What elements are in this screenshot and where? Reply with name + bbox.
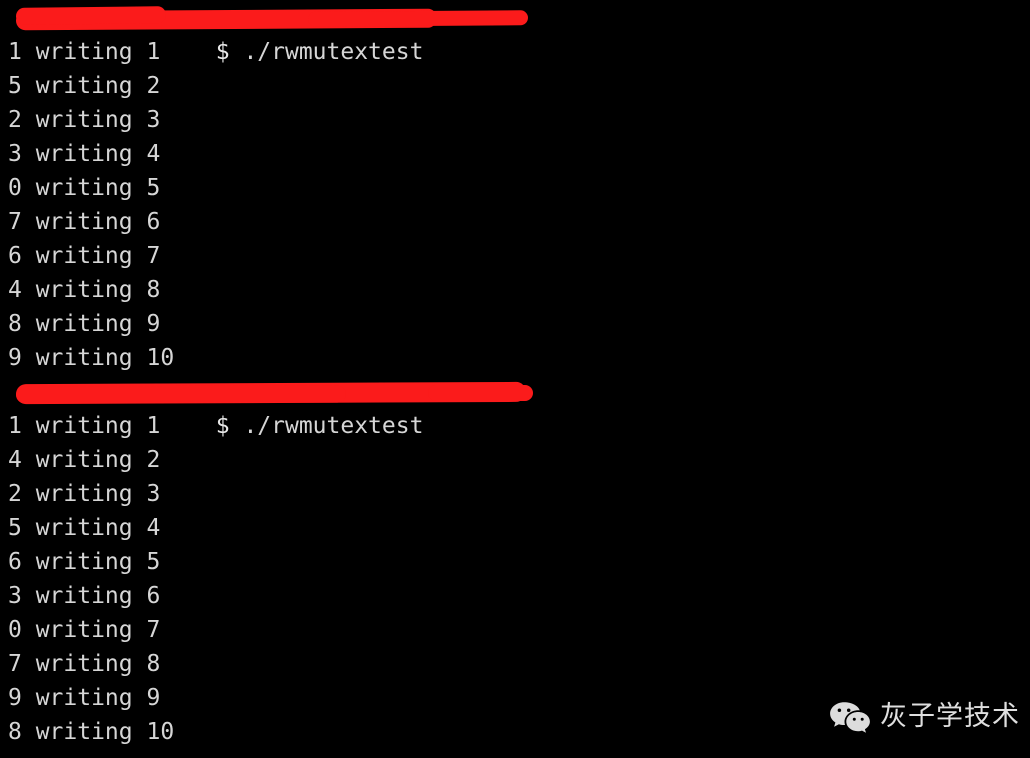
output-line: 2 writing 3 xyxy=(8,107,161,133)
output-line: 4 writing 2 xyxy=(8,447,161,473)
output-line: 4 writing 8 xyxy=(8,277,161,303)
partial-cutoff-line xyxy=(8,750,1008,758)
watermark: 灰子学技术 xyxy=(829,700,1020,734)
output-line: 0 writing 5 xyxy=(8,175,161,201)
redaction-stroke-icon xyxy=(428,385,533,401)
output-line: 6 writing 7 xyxy=(8,243,161,269)
redaction-stroke-icon xyxy=(15,381,527,405)
redaction-stroke-icon xyxy=(15,6,167,25)
wechat-icon xyxy=(829,700,871,734)
redaction-stroke-icon xyxy=(307,10,529,27)
output-line: 2 writing 3 xyxy=(8,481,161,507)
output-line: 8 writing 9 xyxy=(8,311,161,337)
terminal-screen[interactable]: $ ./rwmutextest 1 writing 1 5 writing 2 … xyxy=(0,0,1030,749)
output-line: 5 writing 4 xyxy=(8,515,161,541)
shell-prompt-line-2: $ ./rwmutextest xyxy=(8,375,1030,439)
output-line: 9 writing 10 xyxy=(8,345,175,371)
output-line: 3 writing 6 xyxy=(8,583,161,609)
redaction-stroke-icon xyxy=(15,8,437,31)
redaction-stroke-icon xyxy=(15,385,347,404)
output-line: 7 writing 6 xyxy=(8,209,161,235)
shell-prompt-line-1: $ ./rwmutextest xyxy=(8,1,1030,65)
output-line: 6 writing 5 xyxy=(8,549,161,575)
watermark-label: 灰子学技术 xyxy=(880,701,1020,732)
terminal-window: $ ./rwmutextest 1 writing 1 5 writing 2 … xyxy=(0,0,1030,758)
output-line: 3 writing 4 xyxy=(8,141,161,167)
output-line: 1 writing 1 xyxy=(8,413,161,439)
output-line: 7 writing 8 xyxy=(8,651,161,677)
output-line: 1 writing 1 xyxy=(8,39,161,65)
output-line: 0 writing 7 xyxy=(8,617,161,643)
output-line: 5 writing 2 xyxy=(8,73,161,99)
